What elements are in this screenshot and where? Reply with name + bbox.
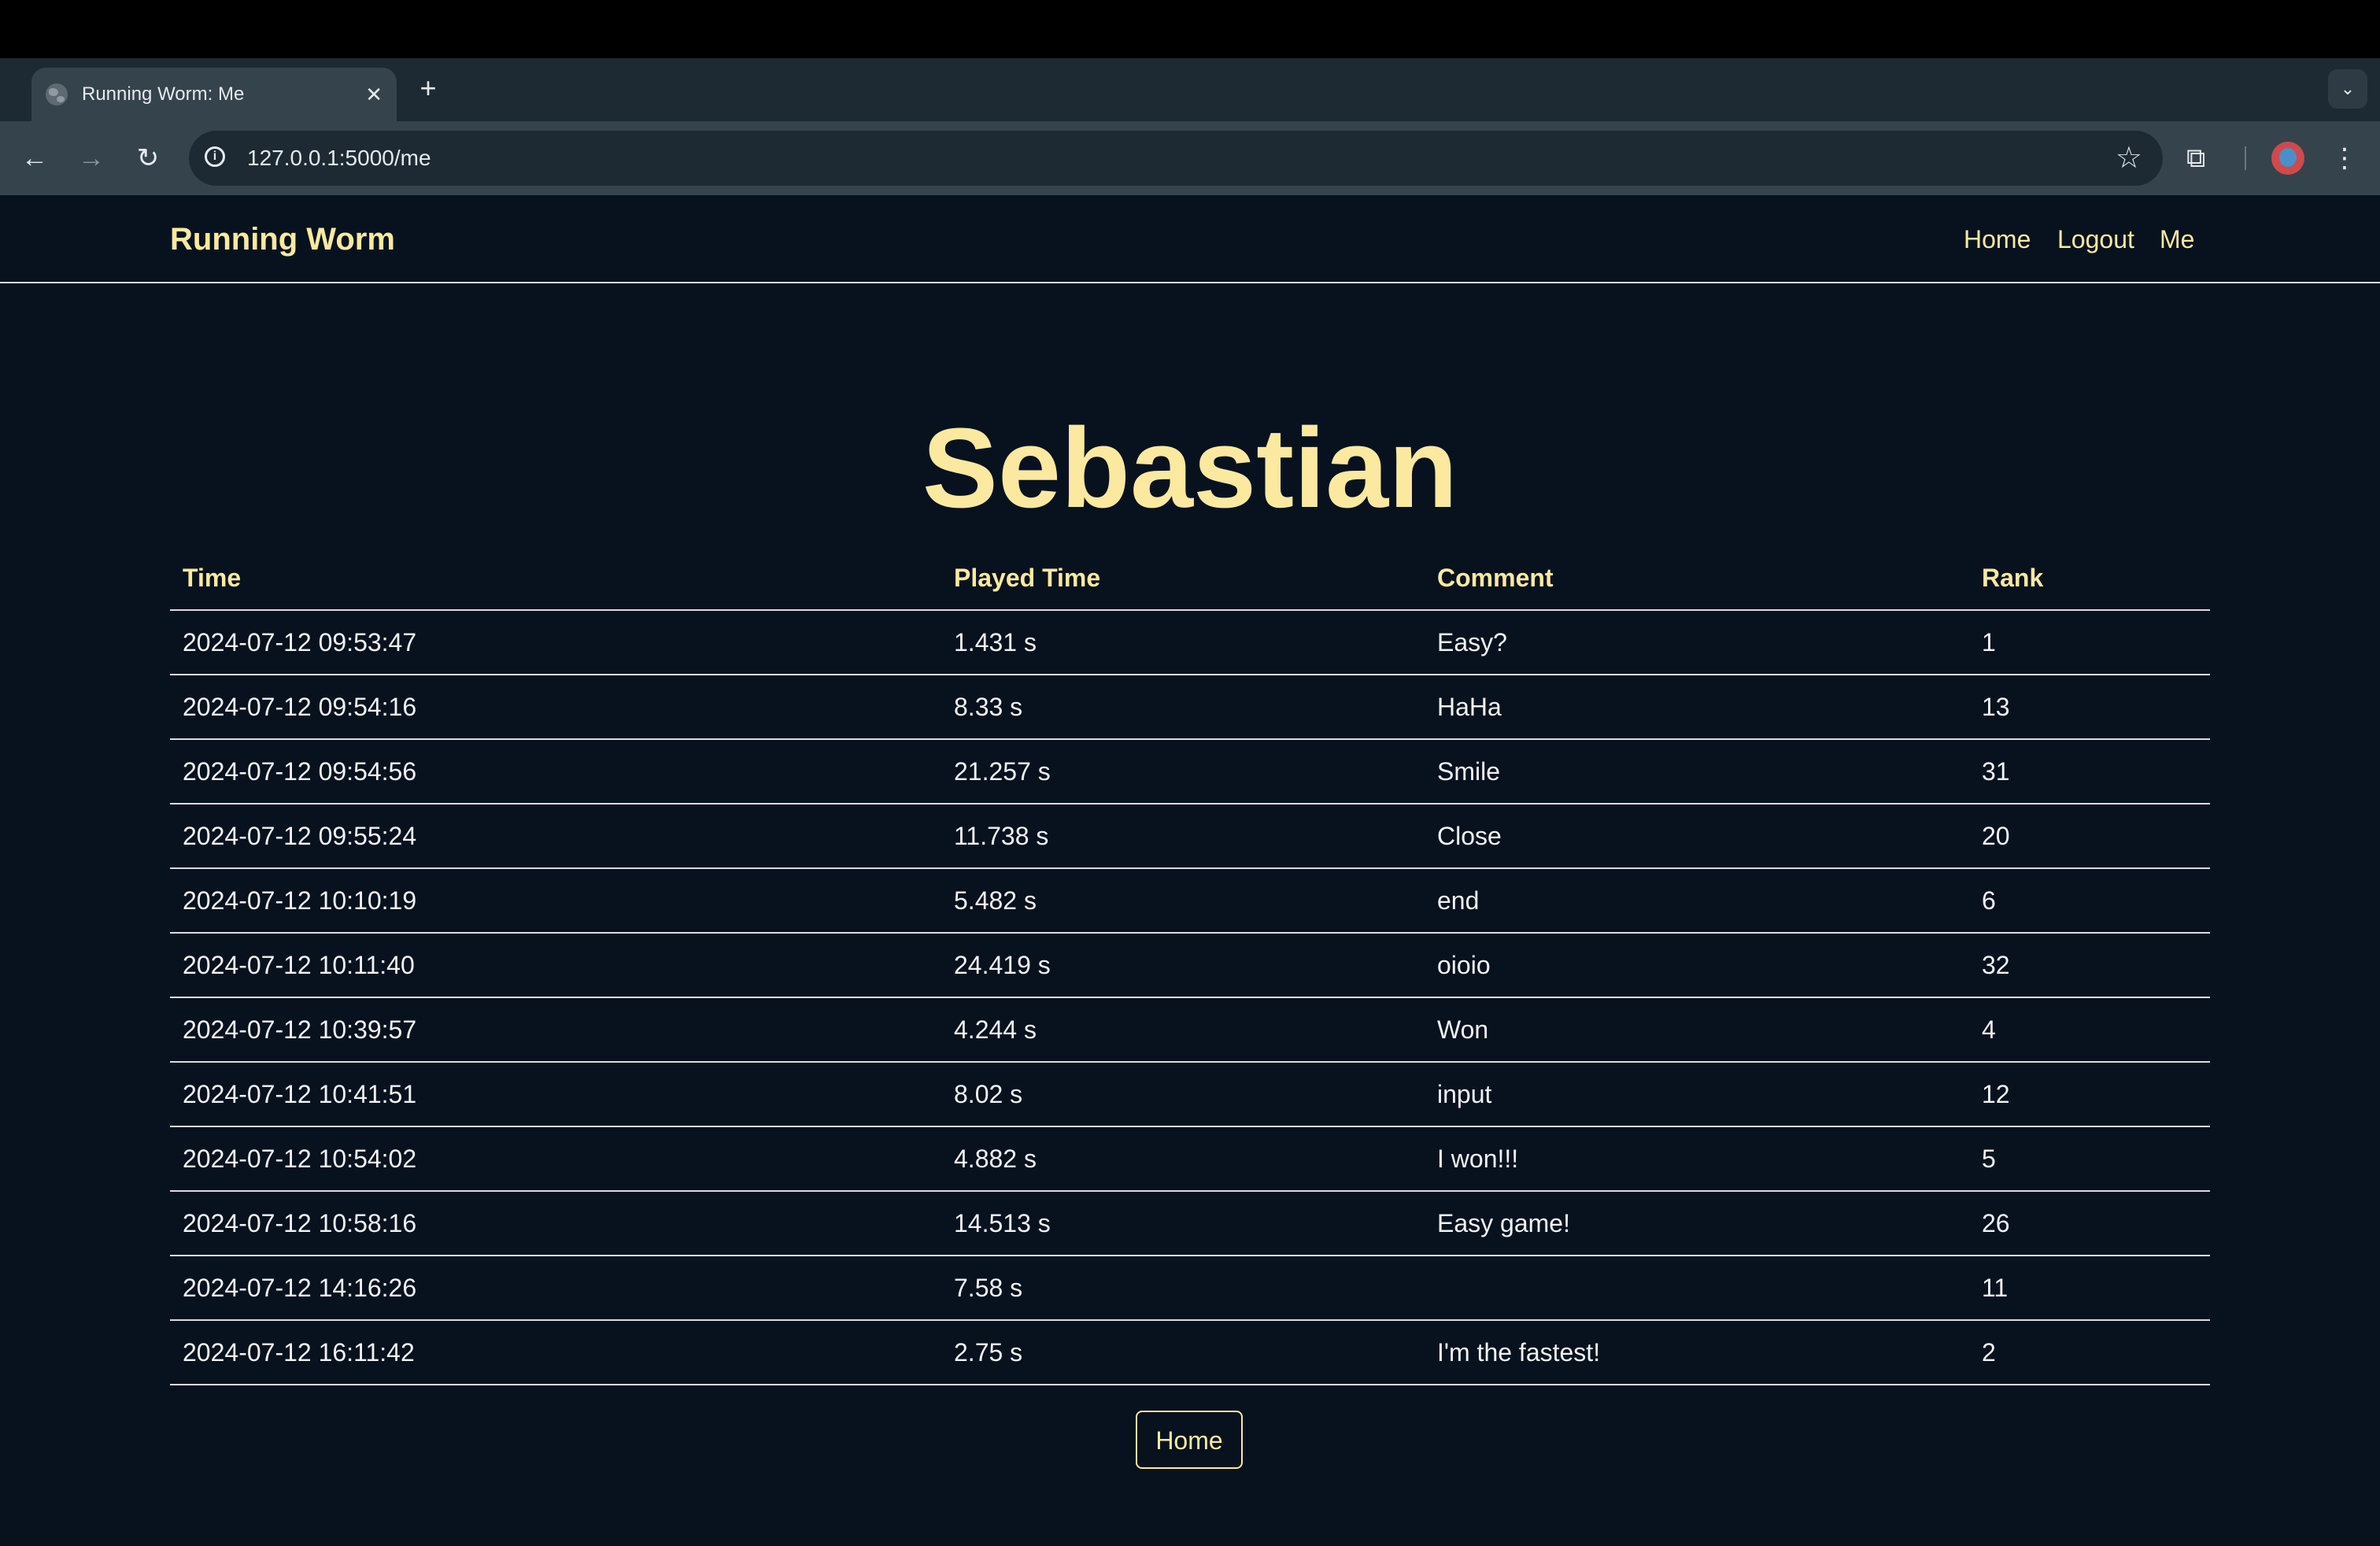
cell-time: 2024-07-12 09:53:47: [170, 610, 941, 675]
cell-time: 2024-07-12 09:54:56: [170, 739, 941, 804]
cell-comment: end: [1425, 868, 1969, 934]
column-header-played-time: Played Time: [941, 546, 1425, 611]
table-row: 2024-07-12 10:54:02 4.882 sI won!!! 5: [170, 1126, 2210, 1192]
cell-rank: 32: [1969, 933, 2210, 998]
cell-rank: 5: [1969, 1126, 2210, 1192]
column-header-time: Time: [170, 546, 941, 611]
nav-home-link[interactable]: Home: [1964, 195, 2031, 283]
star-icon[interactable]: ☆: [2116, 131, 2142, 186]
table-row: 2024-07-12 09:54:56 21.257 s Smile 31: [170, 739, 2210, 804]
cell-rank: 4: [1969, 997, 2210, 1063]
nav-me-link[interactable]: Me: [2160, 195, 2194, 283]
home-button[interactable]: Home: [1136, 1411, 1243, 1469]
browser-tab[interactable]: Running Worm: Me ✕: [31, 68, 397, 121]
cell-played-time: 7.58 s: [941, 1256, 1425, 1321]
browser-toolbar: ← → ↻ i 127.0.0.1:5000/me ☆ ⧉ ⋮: [0, 121, 2380, 195]
cell-played-time: 21.257 s: [941, 739, 1425, 804]
cell-comment: input: [1425, 1062, 1969, 1127]
cell-played-time: 1.431 s: [941, 610, 1425, 675]
table-row: 2024-07-12 10:41:51 8.02 s input 12: [170, 1062, 2210, 1127]
table-row: 2024-07-12 10:11:40 24.419 s oioio 32: [170, 933, 2210, 998]
cell-played-time: 4.882 s: [941, 1126, 1425, 1192]
cell-comment: HaHa: [1425, 675, 1969, 740]
forward-arrow-icon[interactable]: →: [68, 121, 115, 195]
cell-rank: 26: [1969, 1191, 2210, 1256]
plus-icon[interactable]: +: [412, 68, 444, 109]
table-row: 2024-07-12 14:16:26 7.58 s 11: [170, 1256, 2210, 1321]
tab-strip: Running Worm: Me ✕: [0, 58, 2380, 121]
nav-logout-link[interactable]: Logout: [2057, 195, 2134, 283]
globe-icon: [46, 83, 68, 105]
table-row: 2024-07-12 09:55:24 11.738 s Close 20: [170, 804, 2210, 869]
column-header-comment: Comment: [1425, 546, 1969, 611]
cell-played-time: 8.33 s: [941, 675, 1425, 740]
cell-comment: [1425, 1256, 1969, 1321]
cell-rank: 12: [1969, 1062, 2210, 1127]
reload-icon[interactable]: ↻: [124, 121, 172, 195]
cell-played-time: 5.482 s: [941, 868, 1425, 934]
cell-rank: 31: [1969, 739, 2210, 804]
cell-played-time: 2.75 s: [941, 1320, 1425, 1385]
cell-time: 2024-07-12 10:11:40: [170, 933, 941, 998]
info-icon[interactable]: i: [205, 146, 225, 167]
cell-rank: 2: [1969, 1320, 2210, 1385]
table-row: 2024-07-12 09:54:16 8.33 s HaHa 13: [170, 675, 2210, 740]
cell-rank: 1: [1969, 610, 2210, 675]
cell-comment: Easy game!: [1425, 1191, 1969, 1256]
close-icon[interactable]: ✕: [365, 68, 382, 121]
cell-time: 2024-07-12 10:58:16: [170, 1191, 941, 1256]
page-title: Sebastian: [922, 405, 1458, 531]
table-row: 2024-07-12 10:39:57 4.244 s Won 4: [170, 997, 2210, 1063]
cell-time: 2024-07-12 10:41:51: [170, 1062, 941, 1127]
cell-played-time: 8.02 s: [941, 1062, 1425, 1127]
table-row: 2024-07-12 10:58:16 14.513 s Easy game! 26: [170, 1191, 2210, 1256]
cell-rank: 6: [1969, 868, 2210, 934]
avatar[interactable]: [2271, 142, 2304, 175]
site-navbar: Running Worm Home Logout Me: [0, 195, 2380, 283]
back-arrow-icon[interactable]: ←: [11, 121, 58, 195]
table-header-row: Time Played Time Comment Rank: [170, 546, 2210, 611]
cell-played-time: 11.738 s: [941, 804, 1425, 869]
cell-time: 2024-07-12 10:54:02: [170, 1126, 941, 1192]
cell-time: 2024-07-12 09:54:16: [170, 675, 941, 740]
cell-time: 2024-07-12 09:55:24: [170, 804, 941, 869]
cell-comment: Smile: [1425, 739, 1969, 804]
toolbar-divider: [2245, 146, 2246, 170]
tab-title: Running Worm: Me: [82, 83, 245, 105]
cell-time: 2024-07-12 10:10:19: [170, 868, 941, 934]
os-top-bar: [0, 0, 2380, 58]
cell-comment: Close: [1425, 804, 1969, 869]
cell-comment: Won: [1425, 997, 1969, 1063]
cell-comment: oioio: [1425, 933, 1969, 998]
puzzle-icon[interactable]: ⧉: [2186, 121, 2205, 195]
chevron-down-icon[interactable]: ⌄: [2328, 69, 2367, 109]
cell-time: 2024-07-12 16:11:42: [170, 1320, 941, 1385]
cell-played-time: 24.419 s: [941, 933, 1425, 998]
cell-rank: 13: [1969, 675, 2210, 740]
brand-link[interactable]: Running Worm: [170, 195, 395, 283]
address-bar[interactable]: i 127.0.0.1:5000/me ☆: [189, 131, 2163, 186]
column-header-rank: Rank: [1969, 546, 2210, 611]
cell-comment: Easy?: [1425, 610, 1969, 675]
url-text[interactable]: 127.0.0.1:5000/me: [247, 131, 431, 186]
cell-time: 2024-07-12 10:39:57: [170, 997, 941, 1063]
cell-comment: I'm the fastest!: [1425, 1320, 1969, 1385]
cell-rank: 20: [1969, 804, 2210, 869]
cell-played-time: 4.244 s: [941, 997, 1425, 1063]
kebab-menu-icon[interactable]: ⋮: [2331, 121, 2358, 195]
table-row: 2024-07-12 09:53:47 1.431 s Easy? 1: [170, 610, 2210, 675]
cell-played-time: 14.513 s: [941, 1191, 1425, 1256]
table-row: 2024-07-12 10:10:19 5.482 s end 6: [170, 868, 2210, 934]
cell-comment: I won!!!: [1425, 1126, 1969, 1192]
cell-rank: 11: [1969, 1256, 2210, 1321]
games-table: Time Played Time Comment Rank 2024-07-12…: [170, 546, 2210, 1385]
cell-time: 2024-07-12 14:16:26: [170, 1256, 941, 1321]
table-row: 2024-07-12 16:11:42 2.75 s I'm the fastest…: [170, 1320, 2210, 1385]
